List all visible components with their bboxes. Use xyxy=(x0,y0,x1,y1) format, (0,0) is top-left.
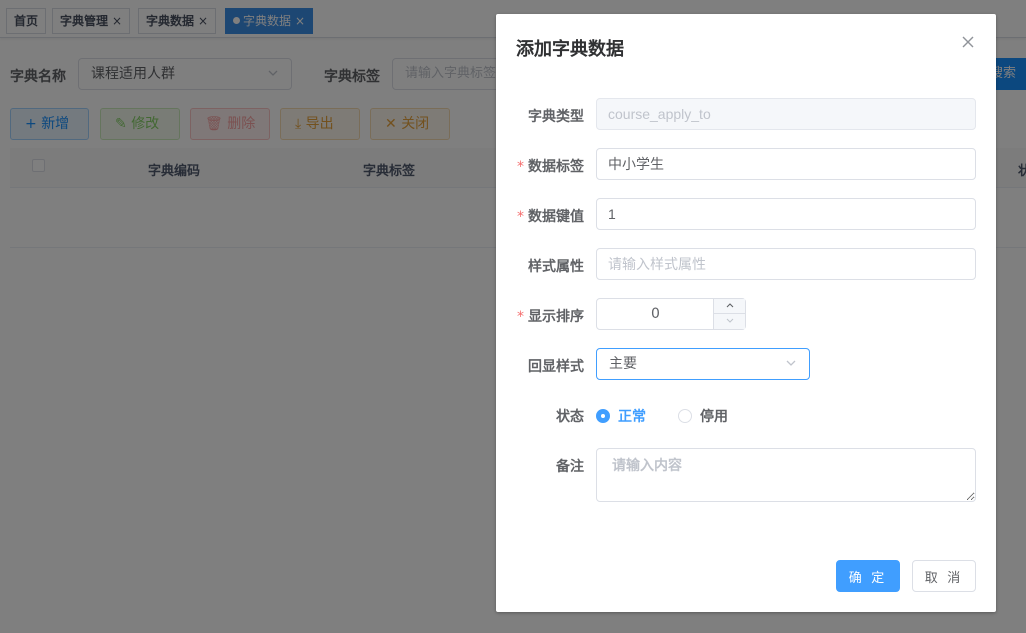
close-icon[interactable] xyxy=(962,33,974,52)
required-mark: * xyxy=(517,309,524,325)
css-class-label: 样式属性 xyxy=(528,259,584,275)
data-value-label: * 数据键值 xyxy=(517,209,584,225)
dict-type-input xyxy=(596,98,976,130)
data-value-input[interactable] xyxy=(596,198,976,230)
dict-type-label: 字典类型 xyxy=(528,109,584,125)
required-mark: * xyxy=(517,209,524,225)
data-label-label: * 数据标签 xyxy=(517,159,584,175)
add-dict-data-dialog: 添加字典数据 字典类型 *数据标签 *数据键值 样式属性 *显示排序 0 回显样… xyxy=(496,14,996,612)
sort-stepper[interactable]: 0 xyxy=(596,298,746,330)
remark-textarea[interactable] xyxy=(596,448,976,502)
list-class-label: 回显样式 xyxy=(528,359,584,375)
data-label-input[interactable] xyxy=(596,148,976,180)
remark-label: 备注 xyxy=(556,459,584,475)
list-class-select[interactable]: 主要 xyxy=(596,348,810,380)
increase-button[interactable] xyxy=(713,299,745,314)
css-class-input[interactable] xyxy=(596,248,976,280)
status-radio-disabled[interactable]: 停用 xyxy=(678,406,728,425)
radio-checked-icon xyxy=(596,409,610,423)
cancel-button[interactable]: 取 消 xyxy=(912,560,976,592)
confirm-button[interactable]: 确 定 xyxy=(836,560,900,592)
decrease-button[interactable] xyxy=(713,314,745,329)
sort-value[interactable]: 0 xyxy=(597,299,714,329)
radio-unchecked-icon xyxy=(678,409,692,423)
chevron-down-icon xyxy=(785,349,797,390)
required-mark: * xyxy=(517,159,524,175)
sort-label: * 显示排序 xyxy=(517,309,584,325)
status-radio-normal[interactable]: 正常 xyxy=(596,406,646,425)
dialog-title: 添加字典数据 xyxy=(516,39,624,60)
status-label: 状态 xyxy=(556,409,584,425)
